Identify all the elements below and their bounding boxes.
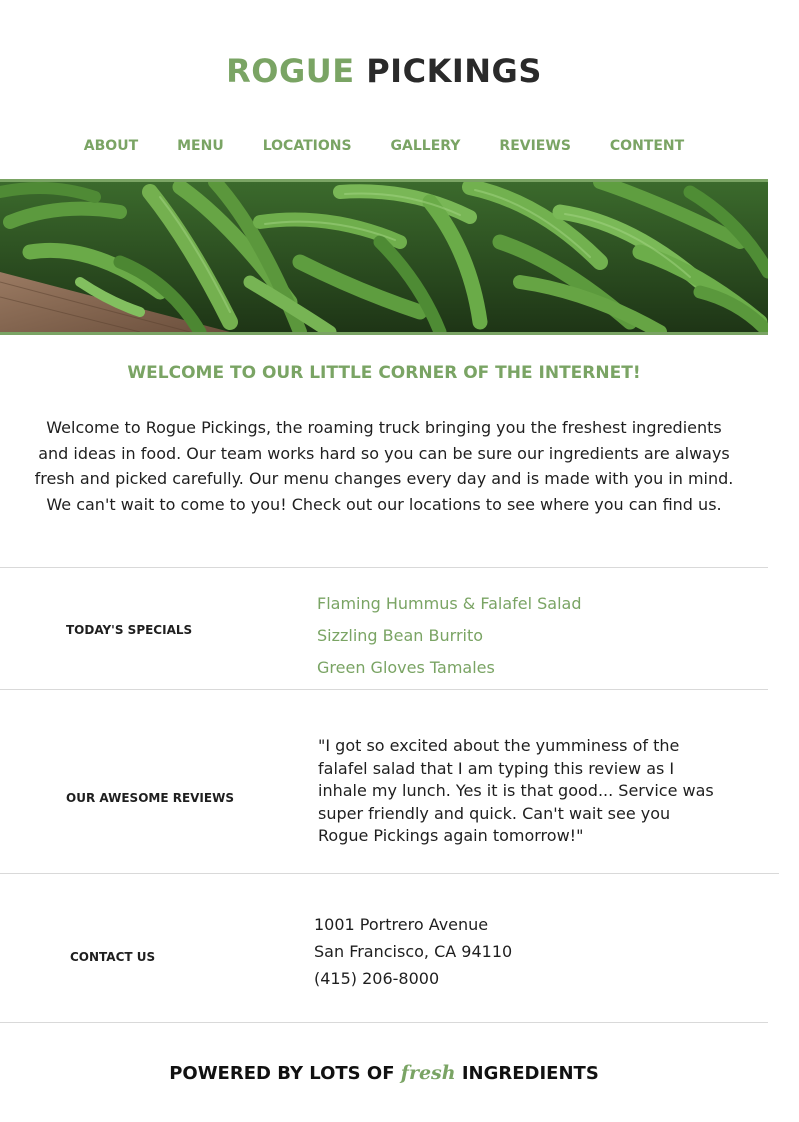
nav-locations[interactable]: LOCATIONS xyxy=(263,138,352,154)
welcome-paragraph: Welcome to Rogue Pickings, the roaming t… xyxy=(34,418,734,515)
special-item[interactable]: Sizzling Bean Burrito xyxy=(317,620,582,652)
section-divider xyxy=(0,567,768,568)
address-line-2: San Francisco, CA 94110 xyxy=(314,942,513,961)
section-divider xyxy=(0,1022,768,1023)
special-item[interactable]: Green Gloves Tamales xyxy=(317,652,582,684)
welcome-heading: WELCOME TO OUR LITTLE CORNER OF THE INTE… xyxy=(127,363,641,383)
main-nav: ABOUT MENU LOCATIONS GALLERY REVIEWS CON… xyxy=(0,138,768,154)
special-item[interactable]: Flaming Hummus & Falafel Salad xyxy=(317,588,582,620)
reviews-label: OUR AWESOME REVIEWS xyxy=(66,791,234,805)
nav-menu[interactable]: MENU xyxy=(177,138,224,154)
specials-label: TODAY'S SPECIALS xyxy=(66,623,193,637)
nav-about[interactable]: ABOUT xyxy=(84,138,138,154)
logo-word-pickings: PICKINGS xyxy=(366,52,542,90)
footer-fresh-word: fresh xyxy=(400,1062,456,1084)
section-divider xyxy=(0,873,779,874)
site-logo[interactable]: ROGUE PICKINGS xyxy=(0,52,768,90)
specials-list: Flaming Hummus & Falafel Salad Sizzling … xyxy=(317,588,582,684)
footer-text-after: INGREDIENTS xyxy=(461,1063,599,1084)
contact-label: CONTACT US xyxy=(70,950,156,964)
review-quote: "I got so excited about the yumminess of… xyxy=(318,736,714,845)
nav-content[interactable]: CONTENT xyxy=(610,138,684,154)
logo-word-rogue: ROGUE xyxy=(226,52,355,90)
nav-gallery[interactable]: GALLERY xyxy=(391,138,461,154)
contact-details: 1001 Portrero Avenue San Francisco, CA 9… xyxy=(314,911,512,992)
green-beans-illustration xyxy=(0,182,768,332)
hero-banner-image xyxy=(0,179,768,335)
footer-tagline: POWERED BY LOTS OF fresh INGREDIENTS xyxy=(0,1062,768,1084)
section-divider xyxy=(0,689,768,690)
phone-number[interactable]: (415) 206-8000 xyxy=(314,965,512,992)
nav-reviews[interactable]: REVIEWS xyxy=(499,138,570,154)
page: ROGUE PICKINGS ABOUT MENU LOCATIONS GALL… xyxy=(0,0,799,1122)
address-line-1: 1001 Portrero Avenue xyxy=(314,915,489,934)
footer-text-before: POWERED BY LOTS OF xyxy=(169,1063,395,1084)
